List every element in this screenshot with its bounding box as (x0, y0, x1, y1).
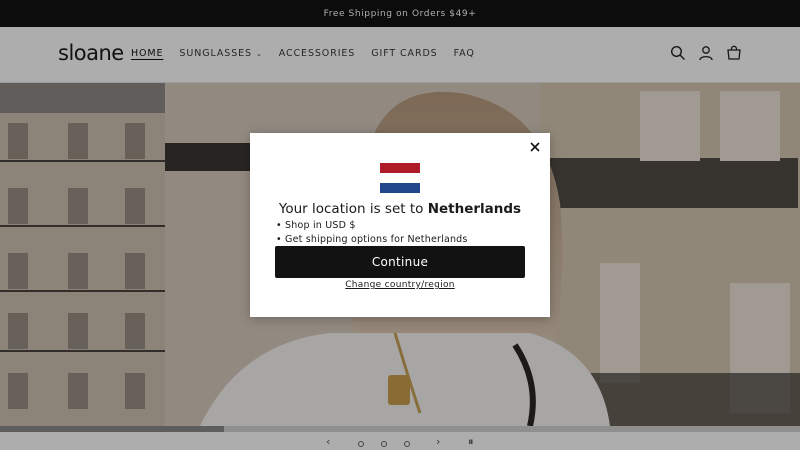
flag-stripe-white (380, 173, 420, 183)
flag-stripe-blue (380, 183, 420, 193)
flag-stripe-red (380, 163, 420, 173)
change-country-link[interactable]: Change country/region (250, 280, 550, 290)
modal-bullet-list: • Shop in USD $ • Get shipping options f… (276, 219, 468, 247)
continue-button[interactable]: Continue (275, 246, 525, 278)
modal-bullet: • Get shipping options for Netherlands (276, 234, 468, 245)
modal-bullet-text: Shop in USD $ (285, 220, 356, 231)
modal-title-prefix: Your location is set to (278, 201, 428, 217)
netherlands-flag-icon (380, 163, 420, 193)
modal-bullet: • Shop in USD $ (276, 220, 356, 231)
location-modal: Your location is set to Netherlands • Sh… (250, 133, 550, 317)
close-icon[interactable] (528, 139, 542, 153)
modal-title: Your location is set to Netherlands (250, 201, 550, 217)
modal-country: Netherlands (427, 201, 522, 217)
modal-bullet-text: Get shipping options for Netherlands (285, 234, 468, 245)
